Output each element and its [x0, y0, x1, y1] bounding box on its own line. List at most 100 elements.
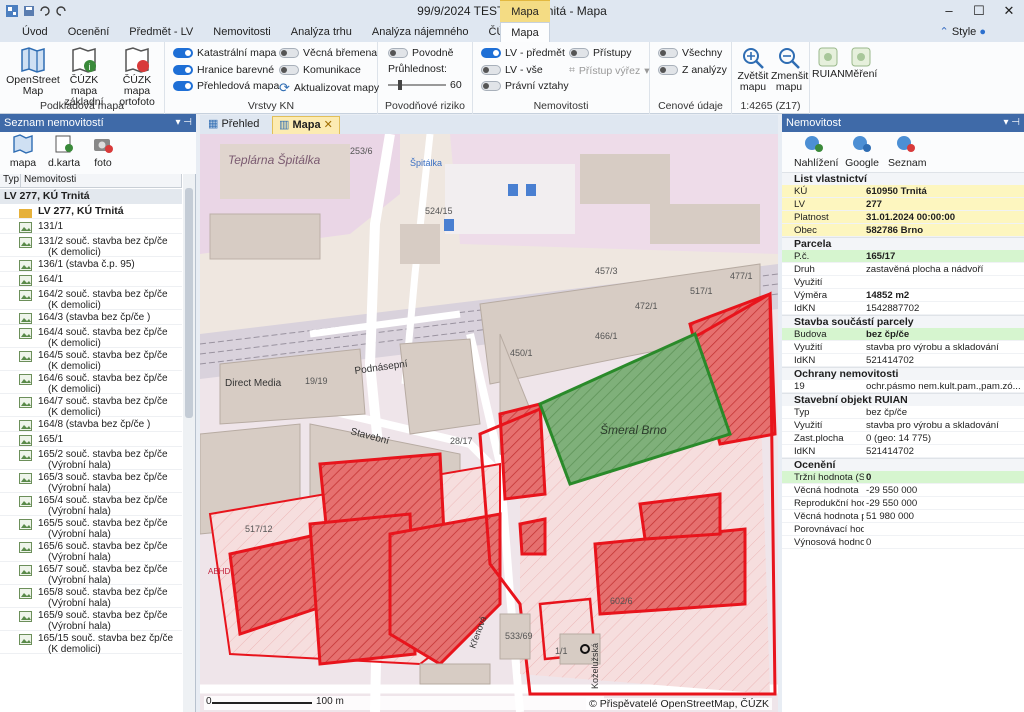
tab-mapa-doc[interactable]: ▥ Mapa ✕	[272, 116, 340, 134]
property-row[interactable]: Využití	[782, 276, 1024, 289]
property-row[interactable]: IdKN 521414702	[782, 354, 1024, 367]
list-item[interactable]: 164/5 souč. stavba bez čp/če (K demolici)	[0, 348, 182, 372]
property-row[interactable]: Budova bez čp/če	[782, 328, 1024, 341]
property-row[interactable]: Využití stavba pro výrobu a skladování	[782, 341, 1024, 354]
google-button[interactable]: Google	[844, 134, 880, 169]
maximize-button[interactable]: ☐	[964, 0, 994, 22]
nahlizeni-button[interactable]: Nahlížení	[794, 134, 838, 169]
list-item[interactable]: 165/4 souč. stavba bez čp/če (Výrobní hal…	[0, 493, 182, 517]
toggle-switch[interactable]	[569, 48, 589, 58]
toggle-povodne[interactable]: Povodně	[388, 47, 453, 59]
style-menu[interactable]: ⌃ Style ●	[940, 25, 986, 38]
column-nemovitosti[interactable]: Nemovitosti	[21, 174, 182, 187]
section-header[interactable]: Stavební objekt RUIAN	[782, 393, 1024, 406]
map-attribution[interactable]: © Přispěvatelé OpenStreetMap, ČÚZK	[586, 698, 772, 710]
toggle-lv-vse[interactable]: LV - vše	[481, 64, 543, 76]
help-round-icon[interactable]: ●	[979, 26, 986, 38]
property-row[interactable]: Zast.plocha 0 (geo: 14 775)	[782, 432, 1024, 445]
map-canvas[interactable]: Teplárna Špitálka Špitálka Podnásepní St…	[200, 134, 778, 712]
panel-pin-icon[interactable]: ▾ ⊣	[175, 114, 192, 132]
toggle-hranice[interactable]: Hranice barevné	[173, 64, 274, 76]
pristup-vyrez-button[interactable]: ⌗ Přístup výřez ▾	[569, 64, 649, 77]
toggle-switch[interactable]	[658, 65, 678, 75]
toggle-katastralni[interactable]: Katastrální mapa	[173, 47, 276, 59]
zoom-out-button[interactable]: Zmenšit mapu	[771, 46, 808, 93]
list-item[interactable]: 164/3 (stavba bez čp/če )	[0, 310, 182, 325]
tool-dkarta-button[interactable]: d.karta	[44, 134, 84, 169]
property-row[interactable]: 19 ochr.pásmo nem.kult.pam.,pam.zó...	[782, 380, 1024, 393]
tab-prehled[interactable]: ▦ Přehled	[202, 116, 265, 134]
cuzk-ortofoto-button[interactable]: ČÚZK mapa ortofoto	[110, 46, 164, 108]
column-typ[interactable]: Typ	[0, 174, 21, 187]
property-row[interactable]: Využití stavba pro výrobu a skladování	[782, 419, 1024, 432]
section-header[interactable]: Ochrany nemovitosti	[782, 367, 1024, 380]
property-row[interactable]: Typ bez čp/če	[782, 406, 1024, 419]
scroll-thumb[interactable]	[185, 188, 193, 418]
property-row[interactable]: Platnost 31.01.2024 00:00:00	[782, 211, 1024, 224]
property-row[interactable]: Tržní hodnota (S) 0	[782, 471, 1024, 484]
toggle-z-analyzy[interactable]: Z analýzy	[658, 64, 727, 76]
tab-oceneni[interactable]: Ocenění	[58, 22, 120, 42]
property-row[interactable]: Porovnávací hod...	[782, 523, 1024, 536]
seznam-button[interactable]: Seznam	[888, 134, 927, 169]
toggle-prehledova[interactable]: Přehledová mapa	[173, 80, 279, 92]
close-button[interactable]: ✕	[994, 0, 1024, 22]
help-icon[interactable]: ⌃	[940, 26, 952, 38]
toggle-switch[interactable]	[173, 48, 193, 58]
list-item[interactable]: 164/7 souč. stavba bez čp/če (K demolici)	[0, 394, 182, 418]
list-item[interactable]: 131/1	[0, 219, 182, 234]
tab-nemovitosti[interactable]: Nemovitosti	[203, 22, 280, 42]
qat-undo-icon[interactable]	[39, 5, 51, 17]
toggle-switch[interactable]	[388, 48, 408, 58]
list-item[interactable]: 136/1 (stavba č.p. 95)	[0, 257, 182, 272]
qat-redo-icon[interactable]	[55, 5, 67, 17]
toggle-switch[interactable]	[173, 81, 193, 91]
toggle-switch[interactable]	[481, 65, 501, 75]
slider-track[interactable]	[388, 80, 446, 90]
list-item[interactable]: 165/15 souč. stavba bez čp/če (K demolici…	[0, 631, 182, 655]
property-row[interactable]: Výměra 14852 m2	[782, 289, 1024, 302]
tab-mapa[interactable]: Mapa	[500, 22, 550, 42]
tab-uvod[interactable]: Úvod	[12, 22, 58, 42]
property-row[interactable]: IdKN 1542887702	[782, 302, 1024, 315]
panel-pin-icon[interactable]: ▾ ⊣	[1003, 114, 1020, 132]
list-item[interactable]: 165/5 souč. stavba bez čp/če (Výrobní hal…	[0, 516, 182, 540]
toggle-lv-predmet[interactable]: LV - předmět	[481, 47, 565, 59]
mereni-button[interactable]: Měření	[844, 46, 878, 80]
list-item[interactable]: 131/2 souč. stavba bez čp/če (K demolici)	[0, 234, 182, 258]
toggle-switch[interactable]	[173, 65, 193, 75]
list-item[interactable]: 165/7 souč. stavba bez čp/če (Výrobní hal…	[0, 562, 182, 586]
list-item[interactable]: 164/4 souč. stavba bez čp/če (K demolici)	[0, 325, 182, 349]
list-item[interactable]: 165/2 souč. stavba bez čp/če (Výrobní hal…	[0, 447, 182, 471]
section-header[interactable]: Parcela	[782, 237, 1024, 250]
list-scrollbar[interactable]	[183, 174, 195, 712]
toggle-pristupy[interactable]: Přístupy	[569, 47, 632, 59]
toggle-switch[interactable]	[279, 65, 299, 75]
list-item[interactable]: 164/1	[0, 272, 182, 287]
lv-group-header[interactable]: LV 277, KÚ Trnitá	[0, 189, 182, 204]
tab-analyza-trhu[interactable]: Analýza trhu	[281, 22, 362, 42]
property-row[interactable]: Druh zastavěná plocha a nádvoří	[782, 263, 1024, 276]
ruian-button[interactable]: RUIAN	[812, 46, 845, 80]
tool-foto-button[interactable]: foto	[88, 134, 118, 169]
refresh-maps-button[interactable]: ⟳ Aktualizovat mapy	[279, 80, 379, 96]
map-view[interactable]: Teplárna Špitálka Špitálka Podnásepní St…	[200, 134, 778, 712]
tool-mapa-button[interactable]: mapa	[6, 134, 40, 169]
property-row[interactable]: Výnosová hodnota0	[782, 536, 1024, 549]
property-row[interactable]: Věcná hodnota -29 550 000	[782, 484, 1024, 497]
tab-analyza-najemneho[interactable]: Analýza nájemného	[362, 22, 479, 42]
list-item[interactable]: 165/9 souč. stavba bez čp/če (Výrobní hal…	[0, 608, 182, 632]
toggle-switch[interactable]	[481, 48, 501, 58]
property-row[interactable]: Věcná hodnota p...51 980 000	[782, 510, 1024, 523]
list-item[interactable]: 165/3 souč. stavba bez čp/če (Výrobní hal…	[0, 470, 182, 494]
cuzk-zakladni-button[interactable]: i ČÚZK mapa základní	[58, 46, 110, 108]
property-row[interactable]: Reprodukční hod...-29 550 000	[782, 497, 1024, 510]
section-header[interactable]: List vlastnictví	[782, 172, 1024, 185]
section-header[interactable]: Ocenění	[782, 458, 1024, 471]
list-item[interactable]: 164/2 souč. stavba bez čp/če (K demolici)	[0, 287, 182, 311]
toggle-pravni-vztahy[interactable]: Právní vztahy	[481, 80, 569, 92]
section-header[interactable]: Stavba součástí parcely	[782, 315, 1024, 328]
list-item[interactable]: 165/8 souč. stavba bez čp/če (Výrobní hal…	[0, 585, 182, 609]
property-row[interactable]: Obec 582786 Brno	[782, 224, 1024, 237]
toggle-vsechny[interactable]: Všechny	[658, 47, 722, 59]
